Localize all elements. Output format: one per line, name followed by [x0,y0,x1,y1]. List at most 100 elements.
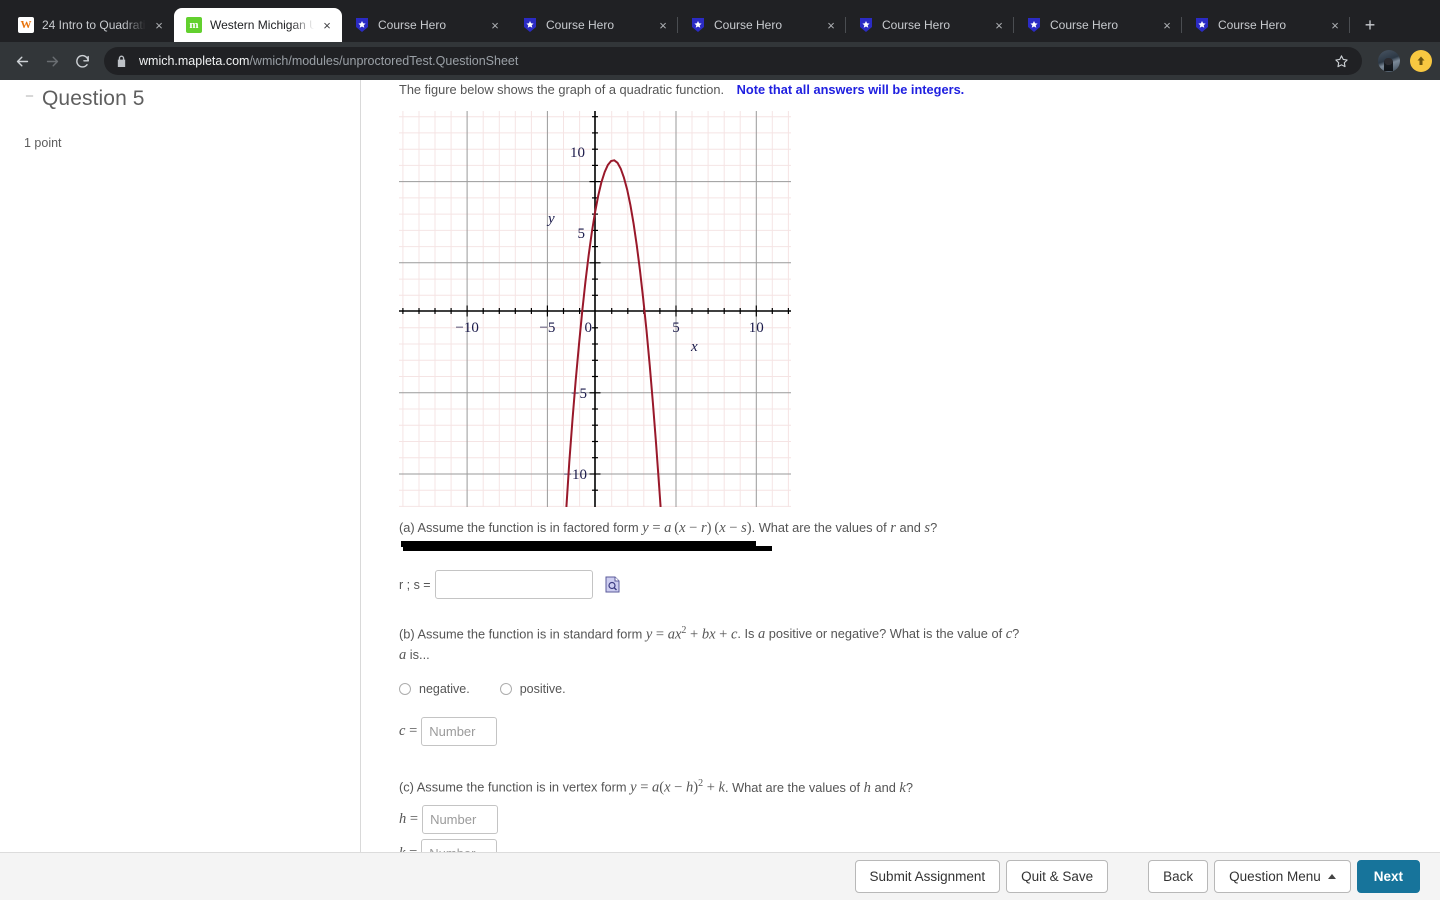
close-icon[interactable]: × [150,16,168,34]
browser-tab-2[interactable]: Course Hero × [342,8,510,42]
close-icon[interactable]: × [990,16,1008,34]
question-points: 1 point [24,136,62,150]
course-hero-icon [690,17,706,33]
browser-tab-5[interactable]: Course Hero × [846,8,1014,42]
lock-icon [116,55,130,68]
part-b-prompt: (b) Assume the function is in standard f… [399,625,1020,643]
part-c: (c) Assume the function is in vertex for… [399,774,1440,852]
part-b-prefix: (b) Assume the function is in standard f… [399,626,646,642]
part-b-suffix: . Is a positive or negative? What is the… [737,626,1020,643]
course-hero-icon [858,17,874,33]
question-sidebar: − Question 5 1 point [0,80,361,852]
radio-negative[interactable] [399,683,411,696]
svg-text:−10: −10 [455,320,478,336]
w-logo-icon: W [18,17,34,33]
intro-text: The figure below shows the graph of a qu… [399,82,725,97]
maple-m-icon: m [186,17,202,33]
svg-text:0: 0 [585,320,593,336]
svg-text:5: 5 [578,226,586,242]
back-arrow-icon[interactable] [8,47,36,75]
part-a-answer-row: r ; s = [399,570,1440,599]
part-b: (b) Assume the function is in standard f… [399,621,1440,747]
svg-text:10: 10 [749,320,764,336]
tab-title: Course Hero [714,18,783,32]
part-c-prefix: (c) Assume the function is in vertex for… [399,779,631,795]
profile-avatar[interactable] [1378,50,1400,72]
browser-toolbar: wmich.mapleta.com/wmich/modules/unprocto… [0,42,1440,80]
radio-negative-label: negative. [419,682,470,697]
caret-up-icon [1327,874,1336,879]
c-label: c = [399,723,418,740]
tab-title: Course Hero [378,18,447,32]
next-button[interactable]: Next [1356,860,1420,893]
submit-assignment-button[interactable]: Submit Assignment [854,860,1001,893]
close-icon[interactable]: × [1326,16,1344,34]
svg-text:5: 5 [672,320,680,336]
tab-strip: W 24 Intro to Quadratic × m Western Mich… [0,0,1440,42]
h-input[interactable] [422,804,499,834]
part-c-k-row: k = [399,838,1440,852]
back-button[interactable]: Back [1148,860,1209,893]
course-hero-icon [1194,17,1210,33]
question-content: The figure below shows the graph of a qu… [361,80,1440,852]
tab-title: Course Hero [1218,18,1287,32]
browser-tab-7[interactable]: Course Hero × [1182,8,1350,42]
part-c-h-row: h = [399,804,1440,834]
reload-icon[interactable] [68,47,96,75]
quadratic-graph: 10 5 −5 −10 −10 −5 0 5 10 y x [399,111,1440,507]
tab-title: Course Hero [882,18,951,32]
radio-option-negative[interactable]: negative. [399,682,470,696]
part-b-answer-row: c = [399,717,1440,747]
browser-tab-1[interactable]: m Western Michigan U × [174,8,342,42]
action-bar: Submit Assignment Quit & Save Back Quest… [0,852,1440,900]
part-b-subprompt: a is... [399,647,430,664]
question-header: − Question 5 [0,86,360,112]
svg-text:−10: −10 [564,467,587,483]
page-body: − Question 5 1 point The figure below sh… [0,80,1440,900]
question-menu-button[interactable]: Question Menu [1214,860,1351,893]
y-axis-label: y [546,211,555,227]
part-a: (a) Assume the function is in factored f… [399,518,1440,599]
close-icon[interactable]: × [1158,16,1176,34]
update-arrow-icon[interactable] [1410,50,1432,72]
rs-input[interactable] [434,570,593,599]
part-a-prompt: (a) Assume the function is in factored f… [399,520,938,536]
tab-title: 24 Intro to Quadratic [42,18,146,32]
new-tab-button[interactable]: + [1356,11,1384,39]
course-hero-icon [522,17,538,33]
browser-tab-4[interactable]: Course Hero × [678,8,846,42]
course-hero-icon [1026,17,1042,33]
svg-text:−5: −5 [539,320,555,336]
tab-title: Course Hero [1050,18,1119,32]
browser-tab-6[interactable]: Course Hero × [1014,8,1182,42]
part-c-suffix: . What are the values of h and k? [724,779,913,796]
browser-window: W 24 Intro to Quadratic × m Western Mich… [0,0,1440,900]
close-icon[interactable]: × [822,16,840,34]
c-input[interactable] [421,717,498,747]
redacted-hint [401,541,772,551]
redaction-bar-bottom [403,546,772,551]
address-bar[interactable]: wmich.mapleta.com/wmich/modules/unprocto… [104,47,1362,75]
course-hero-icon [354,17,370,33]
close-icon[interactable]: × [486,16,504,34]
integers-note: Note that all answers will be integers. [736,82,965,97]
rs-label: r ; s = [399,577,431,592]
browser-tab-3[interactable]: Course Hero × [510,8,678,42]
star-icon[interactable] [1330,50,1352,72]
url-text: wmich.mapleta.com/wmich/modules/unprocto… [139,54,1330,68]
h-label: h = [399,810,419,827]
page-title: Question 5 [42,87,145,110]
forward-arrow-icon[interactable] [38,47,66,75]
question-menu-label: Question Menu [1229,869,1321,884]
collapse-toggle-icon[interactable]: − [24,86,35,108]
part-a-prefix: (a) Assume the function is in factored f… [399,520,643,535]
radio-positive[interactable] [499,683,512,696]
browser-tab-0[interactable]: W 24 Intro to Quadratic × [6,8,174,42]
close-icon[interactable]: × [318,16,336,34]
a-sign-radio-group: negative. positive. [399,682,1440,696]
quit-and-save-button[interactable]: Quit & Save [1006,860,1109,893]
preview-document-icon[interactable] [605,576,620,593]
radio-option-positive[interactable]: positive. [499,682,566,696]
k-input[interactable] [421,838,498,852]
close-icon[interactable]: × [654,16,672,34]
